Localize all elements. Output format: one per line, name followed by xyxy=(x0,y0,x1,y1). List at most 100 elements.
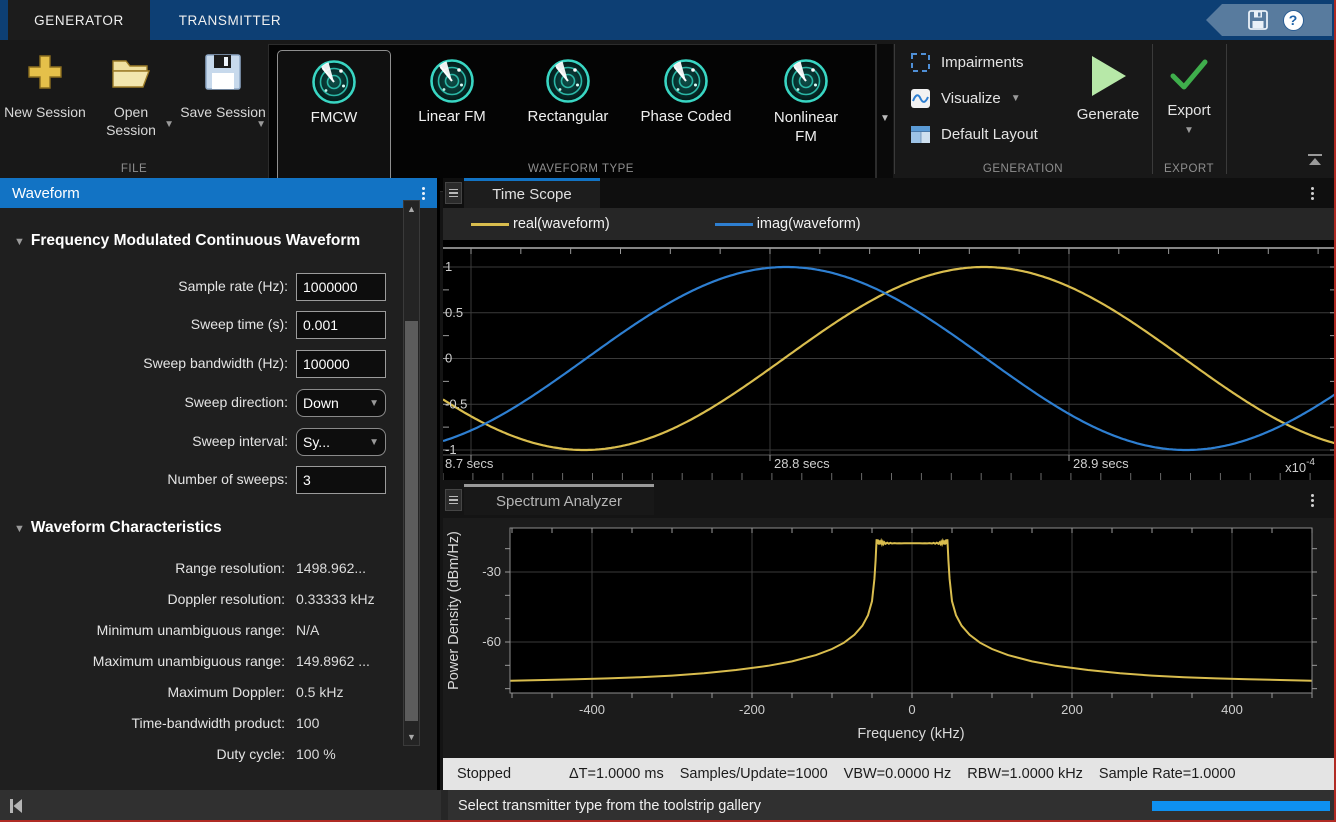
save-session-label: Save Session xyxy=(180,104,266,120)
legend-item-real: real(waveform) xyxy=(471,216,610,232)
bottom-bar-right: Select transmitter type from the toolstr… xyxy=(448,790,1334,822)
bottom-bar-left xyxy=(0,790,441,822)
open-session-caret-icon[interactable]: ▼ xyxy=(164,119,174,130)
duty-cycle-label: Duty cycle: xyxy=(0,746,285,762)
field-row: Sweep direction: Down ▼ xyxy=(0,389,400,417)
stat-sample-rate: Sample Rate=1.0000 xyxy=(1099,766,1236,782)
generate-button[interactable]: Generate xyxy=(1062,48,1154,168)
spectrum-options-icon[interactable] xyxy=(1311,494,1314,507)
bottom-status-bar: Select transmitter type from the toolstr… xyxy=(0,790,1334,822)
field-row: Sweep time (s): xyxy=(0,311,400,339)
waveform-panel-scrollbar[interactable]: ▲ ▼ xyxy=(403,200,420,746)
sweep-interval-label: Sweep interval: xyxy=(0,433,288,449)
min-unambiguous-range-value: N/A xyxy=(296,622,319,638)
dropdown-caret-icon: ▼ xyxy=(369,437,379,448)
svg-text:-400: -400 xyxy=(579,702,605,717)
number-of-sweeps-input[interactable] xyxy=(296,466,386,494)
characteristic-row: Duty cycle: 100 % xyxy=(0,746,400,768)
save-session-button[interactable]: Save Session ▼ xyxy=(180,48,266,156)
export-label: Export xyxy=(1167,102,1210,119)
collapse-triangle-icon: ▼ xyxy=(14,523,25,535)
doppler-resolution-label: Doppler resolution: xyxy=(0,591,285,607)
app-window: GENERATOR TRANSMITTER ? New Session Open… xyxy=(0,0,1336,822)
waveform-panel: Waveform ▼ Frequency Modulated Continuous… xyxy=(0,178,440,790)
gallery-item-label: Linear FM xyxy=(418,108,486,125)
export-button[interactable]: Export ▼ xyxy=(1156,48,1222,168)
gallery-item-label: Rectangular xyxy=(528,108,609,125)
legend-line-swatch xyxy=(471,223,509,226)
new-session-label: New Session xyxy=(4,104,86,120)
min-unambiguous-range-label: Minimum unambiguous range: xyxy=(0,622,285,638)
progress-bar xyxy=(1152,801,1330,811)
impairments-label: Impairments xyxy=(941,54,1024,71)
svg-text:8.7 secs: 8.7 secs xyxy=(445,456,494,471)
tab-spectrum-analyzer[interactable]: Spectrum Analyzer xyxy=(464,484,654,515)
characteristic-row: Maximum unambiguous range: 149.8962 ... xyxy=(0,653,400,675)
scrollbar-thumb[interactable] xyxy=(405,321,418,721)
save-icon[interactable] xyxy=(1247,9,1269,31)
quick-access-toolbar: ? xyxy=(1206,4,1332,36)
sweep-direction-value: Down xyxy=(303,395,339,411)
visualize-toggle[interactable]: Visualize ▼ xyxy=(910,88,1021,109)
svg-text:0.5: 0.5 xyxy=(445,305,463,320)
section-characteristics-header[interactable]: ▼ Waveform Characteristics xyxy=(14,519,222,537)
default-layout-label: Default Layout xyxy=(941,126,1038,143)
scroll-down-icon[interactable]: ▼ xyxy=(404,729,419,745)
legend-item-imag: imag(waveform) xyxy=(715,216,861,232)
radar-icon xyxy=(783,58,829,104)
maximum-doppler-label: Maximum Doppler: xyxy=(0,684,285,700)
section-fmcw-title: Frequency Modulated Continuous Waveform xyxy=(31,232,360,249)
open-session-button[interactable]: Open Session ▼ xyxy=(88,48,174,156)
sweep-bandwidth-input[interactable] xyxy=(296,350,386,378)
range-resolution-label: Range resolution: xyxy=(0,560,285,576)
spectrum-state: Stopped xyxy=(457,766,553,782)
collapse-toolstrip-icon[interactable] xyxy=(1306,153,1324,172)
time-scope-plot: 10.50-0.5-18.7 secs28.8 secs28.9 secsx10… xyxy=(443,240,1336,480)
default-layout-toggle[interactable]: Default Layout xyxy=(910,124,1038,145)
collapse-panel-icon[interactable] xyxy=(8,798,24,814)
field-row: Sweep bandwidth (Hz): xyxy=(0,350,400,378)
range-resolution-value: 1498.962... xyxy=(296,560,366,576)
svg-text:x10-4: x10-4 xyxy=(1285,457,1315,475)
sweep-bandwidth-label: Sweep bandwidth (Hz): xyxy=(0,355,288,371)
new-session-button[interactable]: New Session xyxy=(2,48,88,156)
maximum-doppler-value: 0.5 kHz xyxy=(296,684,343,700)
characteristic-row: Range resolution: 1498.962... xyxy=(0,560,400,582)
save-session-caret-icon[interactable]: ▼ xyxy=(256,119,266,130)
spectrum-plot: -30-60-400-2000200400Frequency (kHz)Powe… xyxy=(443,518,1336,758)
sweep-time-input[interactable] xyxy=(296,311,386,339)
export-caret-icon[interactable]: ▼ xyxy=(1156,125,1222,136)
sweep-interval-dropdown[interactable]: Sy... ▼ xyxy=(296,428,386,456)
panel-menu-icon[interactable] xyxy=(445,182,462,204)
characteristic-row: Maximum Doppler: 0.5 kHz xyxy=(0,684,400,706)
waveform-panel-title: Waveform xyxy=(12,185,80,202)
tab-transmitter[interactable]: TRANSMITTER xyxy=(150,0,310,40)
tab-time-scope[interactable]: Time Scope xyxy=(464,178,600,208)
panel-options-icon[interactable] xyxy=(422,187,425,200)
help-icon[interactable]: ? xyxy=(1283,10,1304,31)
visualize-label: Visualize xyxy=(941,90,1001,107)
panel-menu-icon[interactable] xyxy=(445,489,462,511)
default-layout-icon xyxy=(910,124,931,145)
scroll-up-icon[interactable]: ▲ xyxy=(404,201,419,217)
visualize-caret-icon[interactable]: ▼ xyxy=(1011,93,1021,104)
svg-text:-200: -200 xyxy=(739,702,765,717)
characteristic-row: Minimum unambiguous range: N/A xyxy=(0,622,400,644)
sweep-direction-dropdown[interactable]: Down ▼ xyxy=(296,389,386,417)
collapse-triangle-icon: ▼ xyxy=(14,236,25,248)
sweep-interval-value: Sy... xyxy=(303,434,330,450)
svg-text:-0.5: -0.5 xyxy=(445,396,467,411)
sweep-direction-label: Sweep direction: xyxy=(0,394,288,410)
svg-text:1: 1 xyxy=(445,259,452,274)
impairments-toggle[interactable]: Impairments xyxy=(910,52,1024,73)
number-of-sweeps-label: Number of sweeps: xyxy=(0,471,288,487)
section-characteristics-title: Waveform Characteristics xyxy=(31,519,222,536)
legend-line-swatch xyxy=(715,223,753,226)
section-fmcw-header[interactable]: ▼ Frequency Modulated Continuous Waveform xyxy=(14,232,360,250)
svg-text:28.9 secs: 28.9 secs xyxy=(1073,456,1129,471)
time-scope-options-icon[interactable] xyxy=(1311,187,1314,200)
sample-rate-input[interactable] xyxy=(296,273,386,301)
tab-generator[interactable]: GENERATOR xyxy=(8,0,150,40)
svg-text:Power Density (dBm/Hz): Power Density (dBm/Hz) xyxy=(446,531,462,690)
waveform-panel-header: Waveform xyxy=(0,178,437,208)
